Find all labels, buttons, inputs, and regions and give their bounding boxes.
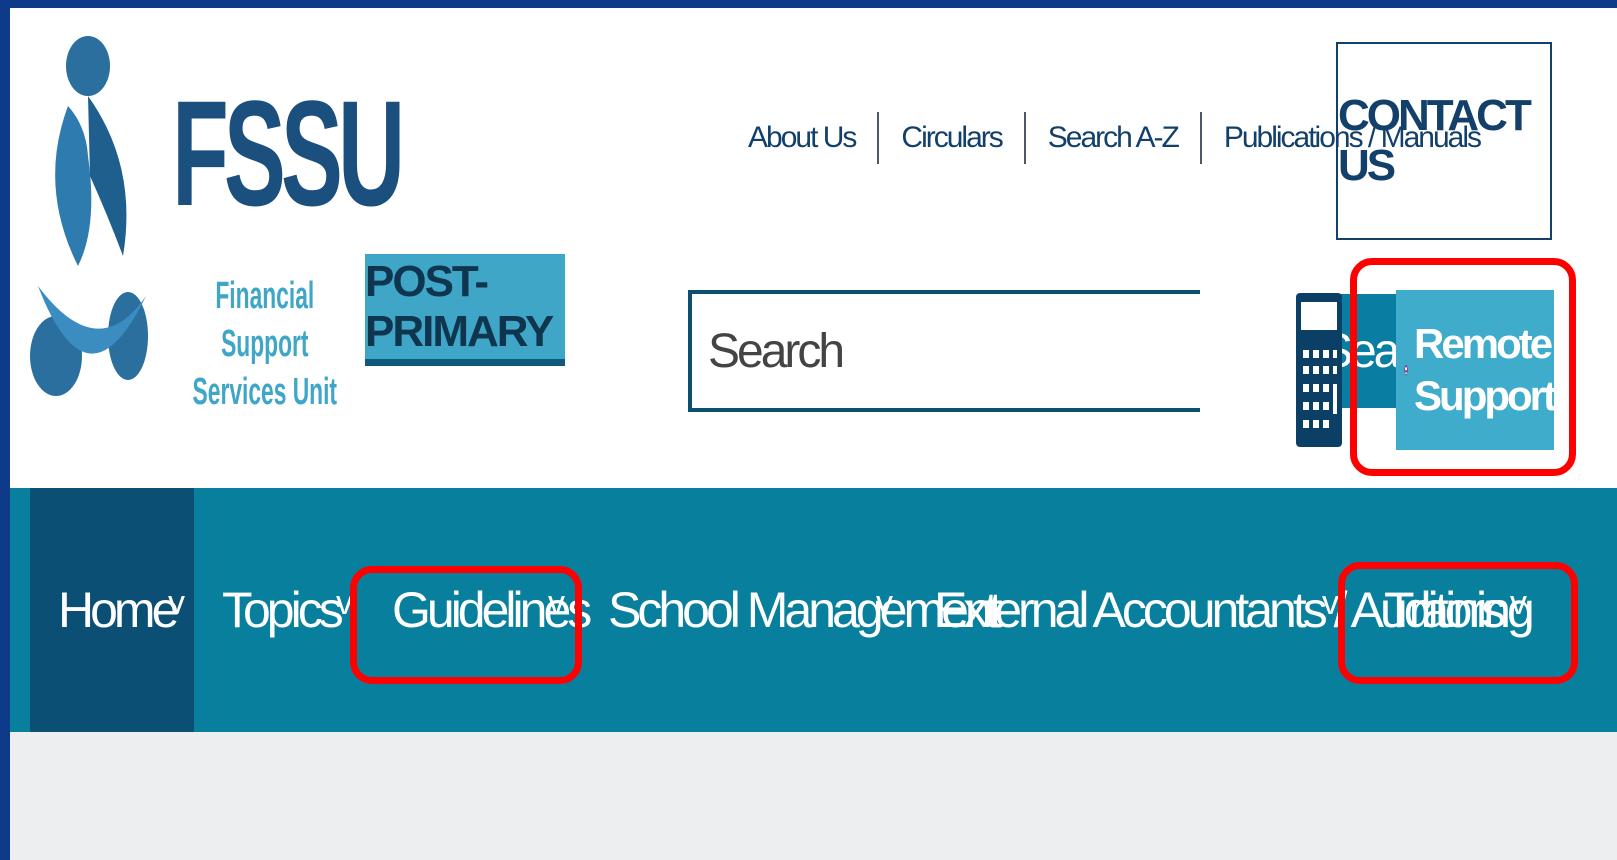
chevron-down-icon[interactable]: v: [168, 584, 185, 623]
search-input[interactable]: [692, 294, 1331, 408]
contact-us-button[interactable]: CONTACT US: [1336, 42, 1552, 240]
brand-title: FSSU: [172, 69, 405, 237]
calculator-icon[interactable]: [1295, 292, 1343, 448]
fssu-logo-icon: [30, 36, 148, 396]
nav-item-home[interactable]: Home: [58, 488, 179, 732]
brand-subtitle: Financial Support Services Unit: [170, 272, 360, 416]
nav-item-label: Topics: [222, 582, 344, 638]
nav-item-topics[interactable]: Topics: [222, 488, 344, 732]
post-primary-button[interactable]: POST-PRIMARY: [365, 254, 565, 366]
nav-item-label: Home: [58, 582, 179, 638]
top-link-about-us[interactable]: About Us: [726, 121, 877, 155]
highlight-remote-support: [1350, 258, 1576, 476]
content-area: [10, 732, 1617, 860]
highlight-training: [1338, 562, 1578, 684]
chevron-down-icon[interactable]: v: [876, 584, 893, 623]
highlight-guidelines: [350, 566, 582, 684]
brand-subtitle-line2: Services Unit: [192, 371, 338, 413]
browser-page: FSSU Financial Support Services Unit POS…: [10, 8, 1617, 860]
brand-subtitle-line1: Financial Support: [215, 275, 315, 365]
top-link-search-az[interactable]: Search A-Z: [1026, 121, 1200, 155]
chevron-down-icon[interactable]: v: [1322, 584, 1339, 623]
search-form: Search: [688, 290, 1458, 412]
top-link-circulars[interactable]: Circulars: [879, 121, 1023, 155]
